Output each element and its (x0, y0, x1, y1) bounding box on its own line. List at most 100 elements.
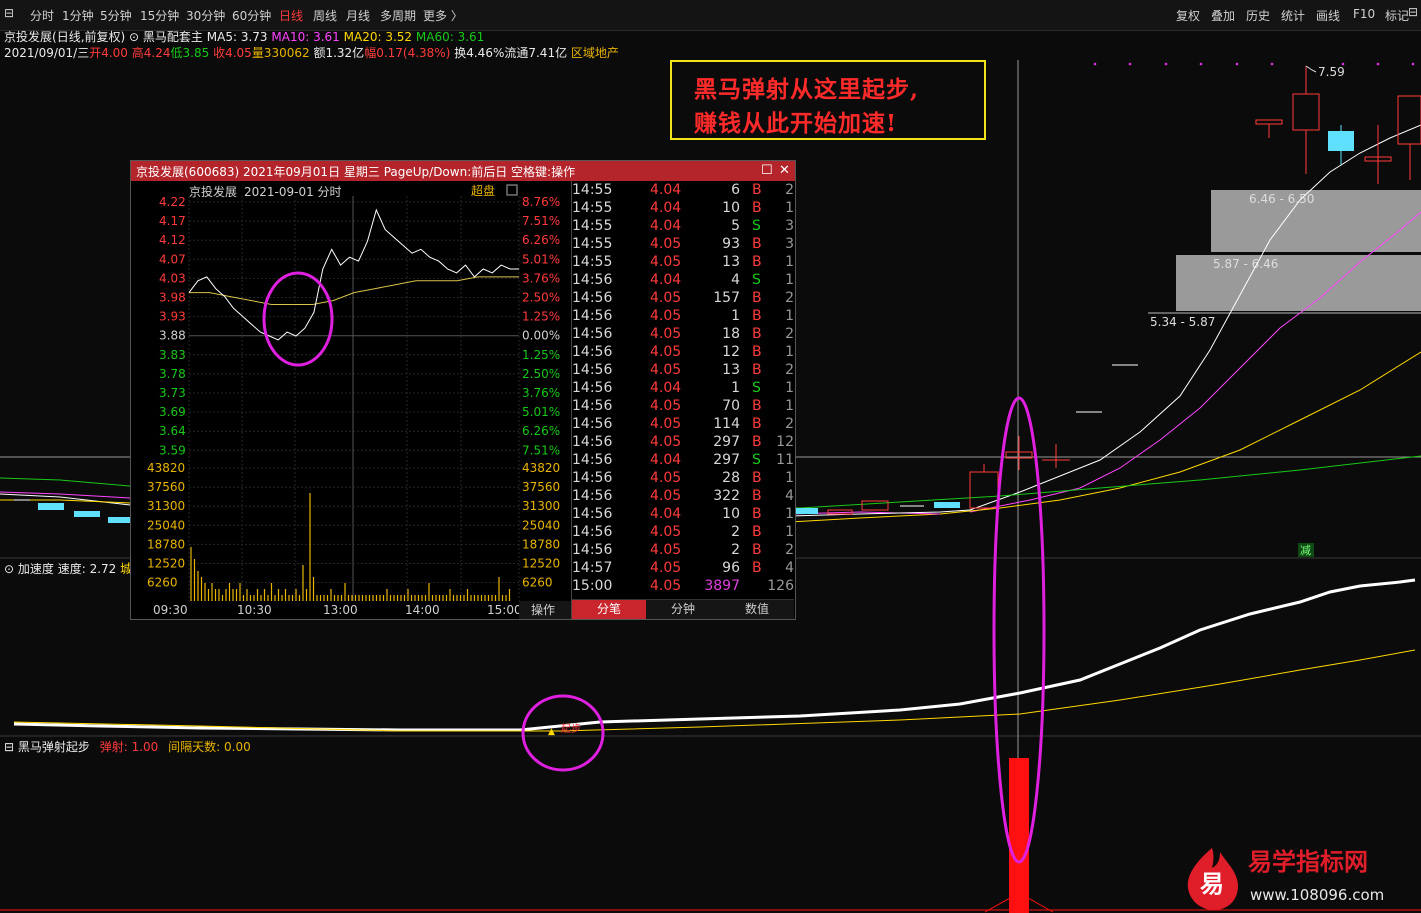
tick-cell: 14:56 (572, 398, 613, 414)
indicator-settings-icon[interactable]: ⊙ (129, 30, 139, 44)
tick-row: 14:56 4.05 70 B 1 (572, 397, 794, 415)
stock-info-line: 京投发展(日线,前复权) ⊙ 黑马配套主 MA5: 3.73 MA10: 3.6… (4, 28, 484, 45)
tick-cell: 14:55 (572, 200, 613, 216)
tick-cell: 2 (785, 416, 794, 432)
intraday-toggle-icon[interactable] (506, 184, 518, 196)
tick-cell: 70 (722, 398, 740, 414)
tick-cell: 14:56 (572, 272, 613, 288)
tick-cell: 2 (785, 542, 794, 558)
pct-tick-label: 2.50% (522, 367, 560, 381)
price-tick-label: 3.64 (159, 424, 186, 438)
price-tick-label: 3.88 (159, 329, 186, 343)
tick-cell: B (752, 254, 762, 270)
zone-label-1: 6.46 - 6.50 (1249, 192, 1314, 206)
volume-tick-label-right: 25040 (522, 518, 560, 532)
tick-cell: 4.05 (650, 434, 682, 450)
tick-row: 14:56 4.05 322 B 4 (572, 487, 794, 505)
tick-cell: 10 (722, 506, 740, 522)
tick-row: 14:55 4.04 6 B 2 (572, 181, 794, 199)
intraday-average-line (189, 276, 519, 305)
tick-cell: 4.05 (650, 362, 682, 378)
quote-turnover: 换4.46% (454, 46, 505, 60)
op-button[interactable]: 操作 (531, 602, 555, 617)
tick-cell: 14:56 (572, 416, 613, 432)
watermark-name: 易学指标网 (1248, 848, 1368, 876)
indicator2-toggle-icon[interactable]: ⊟ (4, 740, 14, 754)
popup-titlebar[interactable]: 京投发展(600683) 2021年09月01日 星期三 PageUp/Down… (131, 161, 795, 181)
volume-tick-label-right: 31300 (522, 499, 560, 513)
tick-cell: 4.05 (650, 560, 682, 576)
tick-cell: 96 (722, 560, 740, 576)
quote-float: 流通7.41亿 (504, 46, 568, 60)
close-icon[interactable]: ✕ (779, 163, 790, 178)
tick-cell: B (752, 362, 762, 378)
tick-cell: 4.05 (650, 254, 682, 270)
tick-cell: 4.04 (650, 272, 682, 288)
tab-fenbi[interactable]: 分笔 (572, 600, 646, 619)
tick-cell: 1 (785, 506, 794, 522)
tick-cell: S (752, 452, 761, 468)
intraday-popup[interactable]: 京投发展(600683) 2021年09月01日 星期三 PageUp/Down… (130, 160, 796, 620)
quote-info-line: 2021/09/01/三开4.00 高4.24低3.85 收4.05量33006… (4, 44, 619, 61)
time-tick-label: 09:30 (153, 603, 188, 617)
intraday-chart[interactable]: 京投发展 2021-09-01 分时 超盘 4.22 8.76% 4.17 7.51%… (131, 181, 572, 619)
price-tick-label: 4.03 (159, 271, 186, 285)
tick-cell: 2 (785, 326, 794, 342)
tick-row: 14:56 4.05 2 B 2 (572, 541, 794, 559)
tick-row: 15:00 4.05 3897 126 (572, 577, 794, 595)
tick-cell: 13 (722, 362, 740, 378)
quote-low: 低3.85 (170, 46, 210, 60)
tick-cell: 1 (731, 308, 740, 324)
tick-cell: B (752, 506, 762, 522)
volume-tick-label-right: 43820 (522, 461, 560, 475)
pct-tick-label: 6.26% (522, 424, 560, 438)
intraday-grid (188, 196, 520, 601)
intraday-highlight-ellipse (262, 271, 334, 367)
tick-cell: B (752, 560, 762, 576)
tick-cell: 297 (713, 434, 740, 450)
quote-high: 高4.24 (131, 46, 171, 60)
indicator2-name[interactable]: 黑马弹射起步 (18, 740, 90, 754)
tick-cell: 4.05 (650, 488, 682, 504)
tick-cell: 15:00 (572, 578, 613, 594)
intraday-volume-bars (190, 493, 511, 601)
volume-tick-label-right: 6260 (522, 576, 553, 590)
tick-row: 14:56 4.05 297 B 12 (572, 433, 794, 451)
time-tick-label: 14:00 (405, 603, 440, 617)
maximize-icon[interactable]: ☐ (761, 163, 773, 178)
tick-cell: B (752, 200, 762, 216)
tick-cell: 1 (785, 524, 794, 540)
chart-mode: (日线,前复权) (52, 30, 126, 44)
tab-fenzhong[interactable]: 分钟 (646, 600, 720, 619)
tick-cell: 2 (785, 290, 794, 306)
tick-cell: 1 (785, 308, 794, 324)
price-tick-label: 4.22 (159, 195, 186, 209)
tick-list[interactable]: 14:55 4.04 6 B 2 14:55 4.04 10 B 1 14:55 4.04 5 S 3 14:… (572, 181, 794, 599)
stock-name: 京投发展 (4, 30, 53, 44)
tab-shuzhi[interactable]: 数值 (720, 600, 794, 619)
tick-cell: 11 (776, 452, 794, 468)
ma5-value: MA5: 3.73 (206, 30, 268, 44)
tick-cell: 13 (722, 254, 740, 270)
price-tick-label: 3.93 (159, 310, 186, 324)
indicator1-toggle-icon[interactable]: ⊙ (4, 562, 14, 576)
tick-cell: 4.05 (650, 326, 682, 342)
tick-row: 14:55 4.04 10 B 1 (572, 199, 794, 217)
tick-cell: 4.05 (650, 344, 682, 360)
tick-cell: 14:55 (572, 254, 613, 270)
tick-cell: 10 (722, 200, 740, 216)
pct-tick-label: 6.26% (522, 233, 560, 247)
indicator1-name[interactable]: 加速度 (18, 562, 54, 576)
tick-row: 14:56 4.04 4 S 1 (572, 271, 794, 289)
pct-tick-label: 1.25% (522, 348, 560, 362)
popup-title: 京投发展(600683) 2021年09月01日 星期三 PageUp/Down… (136, 165, 576, 179)
tick-cell: 14:56 (572, 524, 613, 540)
tick-cell: 12 (776, 434, 794, 450)
tick-cell: 114 (713, 416, 740, 432)
main-indicator-name[interactable]: 黑马配套主 (143, 30, 203, 44)
annotation-banner: 黑马弹射从这里起步, 赚钱从此开始加速! (670, 60, 986, 140)
tick-cell: 4.05 (650, 416, 682, 432)
intraday-mode-label[interactable]: 超盘 (471, 183, 495, 198)
price-tick-label: 4.12 (159, 233, 186, 247)
price-tick-label: 4.07 (159, 252, 186, 266)
